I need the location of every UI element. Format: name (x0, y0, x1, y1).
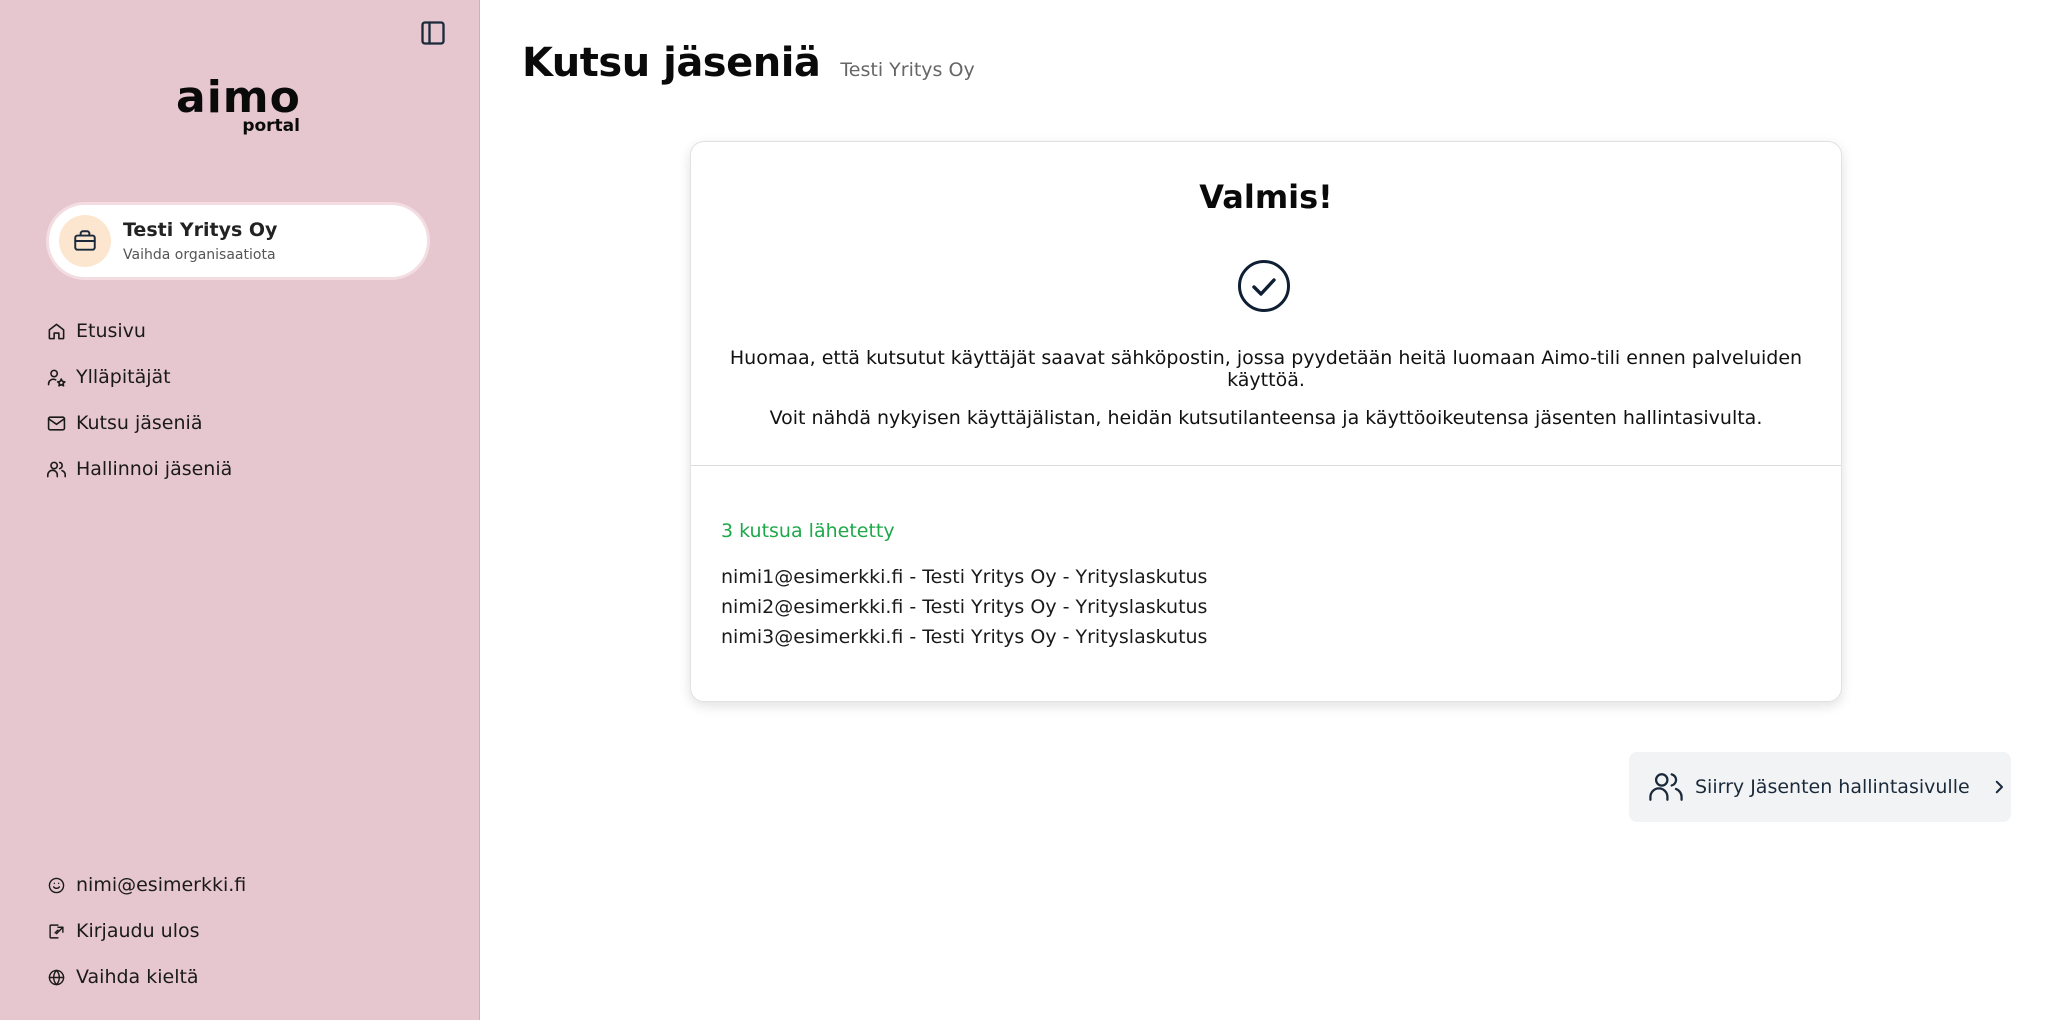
globe-icon (46, 967, 66, 987)
sidebar-item-etusivu[interactable]: Etusivu (46, 308, 232, 354)
organization-name: Testi Yritys Oy (123, 219, 278, 241)
invite-info-text: Huomaa, että kutsutut käyttäjät saavat s… (729, 347, 1803, 391)
button-label: Siirry Jäsenten hallintasivulle (1695, 776, 1970, 798)
sidebar-item-change-language[interactable]: Vaihda kieltä (46, 954, 246, 1000)
switch-organization-label: Vaihda organisaatiota (123, 247, 276, 263)
invite-list: nimi1@esimerkki.fi - Testi Yritys Oy - Y… (721, 562, 1207, 652)
go-to-member-management-button[interactable]: Siirry Jäsenten hallintasivulle (1629, 752, 2011, 822)
sidebar-bottom-nav: nimi@esimerkki.fi Kirjaudu ulos Vaihda k… (46, 862, 246, 1000)
sidebar-item-hallinnoi-jasenia[interactable]: Hallinnoi jäseniä (46, 446, 232, 492)
list-item: nimi1@esimerkki.fi - Testi Yritys Oy - Y… (721, 566, 1208, 588)
sidebar-toggle-icon (421, 21, 445, 45)
users-icon (1649, 773, 1683, 801)
card-title: Valmis! (1199, 178, 1333, 216)
list-item: nimi2@esimerkki.fi - Testi Yritys Oy - Y… (721, 596, 1208, 618)
home-icon (46, 321, 66, 341)
logo-wordmark: aimo (176, 72, 301, 123)
member-management-info-text: Voit nähdä nykyisen käyttäjälistan, heid… (769, 407, 1763, 429)
admin-user-icon (46, 367, 66, 387)
briefcase-icon (59, 215, 111, 267)
sidebar-item-user-account[interactable]: nimi@esimerkki.fi (46, 862, 246, 908)
page-header: Kutsu jäseniä Testi Yritys Oy (522, 40, 975, 86)
invite-success-card: Valmis! Huomaa, että kutsutut käyttäjät … (690, 141, 1842, 702)
checkmark-circle-icon (1238, 260, 1290, 312)
sidebar-item-label: Hallinnoi jäseniä (76, 458, 233, 480)
list-item: nimi3@esimerkki.fi - Testi Yritys Oy - Y… (721, 626, 1208, 648)
sidebar-item-label: Kirjaudu ulos (76, 920, 200, 942)
chevron-right-icon (1995, 780, 2003, 794)
users-icon (46, 459, 66, 479)
sidebar-item-kutsu-jasenia[interactable]: Kutsu jäseniä (46, 400, 232, 446)
sidebar-item-label: Kutsu jäseniä (76, 412, 203, 434)
page-subtitle: Testi Yritys Oy (840, 59, 975, 81)
smiley-icon (46, 875, 66, 895)
sidebar-item-label: Vaihda kieltä (76, 966, 199, 988)
user-email: nimi@esimerkki.fi (76, 874, 247, 896)
mail-icon (46, 413, 66, 433)
invites-sent-count: 3 kutsua lähetetty (721, 520, 895, 542)
sidebar-item-logout[interactable]: Kirjaudu ulos (46, 908, 246, 954)
sidebar-toggle-button[interactable] (416, 16, 450, 50)
page-title: Kutsu jäseniä (522, 40, 821, 86)
sidebar-item-label: Ylläpitäjät (76, 366, 171, 388)
sidebar-nav: Etusivu Ylläpitäjät Kutsu jäseniä Hallin… (46, 308, 232, 492)
sidebar-item-label: Etusivu (76, 320, 146, 342)
organization-switcher[interactable]: Testi Yritys Oy Vaihda organisaatiota (46, 202, 430, 280)
logout-icon (46, 921, 66, 941)
aimo-portal-logo[interactable]: aimo portal (176, 76, 304, 142)
logo-subtitle: portal (242, 116, 300, 136)
sidebar-item-yllapitajat[interactable]: Ylläpitäjät (46, 354, 232, 400)
card-divider (691, 465, 1841, 466)
sidebar: aimo portal Testi Yritys Oy Vaihda organ… (0, 0, 480, 1020)
